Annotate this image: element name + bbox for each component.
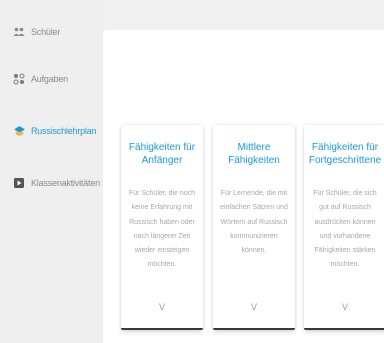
- sidebar-item-curriculum[interactable]: Russischlehrplan: [12, 124, 97, 138]
- curriculum-icon: [12, 124, 26, 138]
- card-title: Fähigkeiten für Fortgeschrittene: [308, 142, 382, 166]
- card-title: Mittlere Fähigkeiten: [228, 142, 280, 166]
- card-description: Für Lernende, die mit einfachen Sätzen u…: [220, 190, 288, 255]
- chevron-down-icon[interactable]: V: [213, 302, 295, 312]
- sidebar-item-label: Aufgaben: [31, 74, 68, 84]
- play-icon: [12, 176, 26, 190]
- card-description: Für Schüler, die sich gut auf Russisch a…: [313, 190, 377, 269]
- level-card-beginner[interactable]: Fähigkeiten für Anfänger Für Schüler, di…: [121, 125, 203, 330]
- card-bottom-bar: [121, 328, 203, 330]
- level-card-intermediate[interactable]: Mittlere Fähigkeiten Für Lernende, die m…: [213, 125, 295, 330]
- sidebar-item-label: Schüler: [31, 27, 61, 37]
- card-title: Fähigkeiten für Anfänger: [128, 142, 196, 166]
- students-icon: [12, 25, 26, 39]
- sidebar-item-tasks[interactable]: Aufgaben: [12, 72, 68, 86]
- chevron-down-icon[interactable]: V: [304, 302, 384, 312]
- sidebar-item-label: Klassenaktivitäten: [31, 178, 100, 188]
- tasks-icon: [12, 72, 26, 86]
- chevron-down-icon[interactable]: V: [121, 302, 203, 312]
- sidebar-item-label: Russischlehrplan: [31, 126, 97, 136]
- card-bottom-bar: [213, 328, 295, 330]
- level-card-advanced[interactable]: Fähigkeiten für Fortgeschrittene Für Sch…: [304, 125, 384, 330]
- card-bottom-bar: [304, 328, 384, 330]
- sidebar-item-students[interactable]: Schüler: [12, 25, 60, 39]
- card-description: Für Schüler, die noch keine Erfahrung mi…: [128, 190, 196, 269]
- sidebar: Schüler Aufgaben Russischlehrplan Klasse…: [0, 0, 103, 343]
- sidebar-item-class-activities[interactable]: Klassenaktivitäten: [12, 176, 100, 190]
